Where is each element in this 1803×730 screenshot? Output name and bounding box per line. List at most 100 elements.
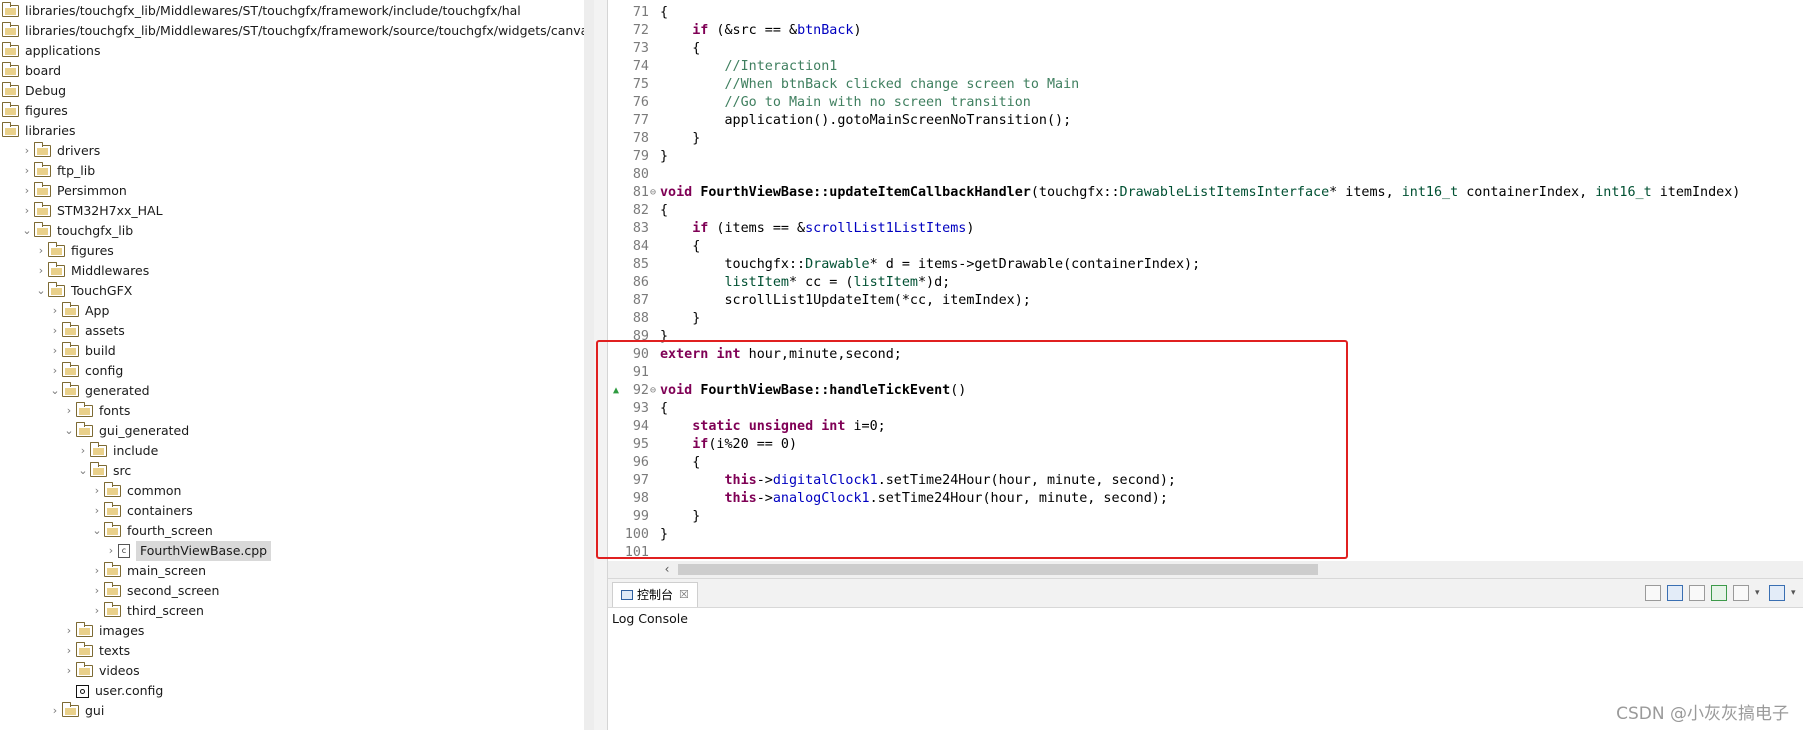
collapsed-chevron-icon[interactable]: › <box>48 341 62 361</box>
tree-item[interactable]: › gui <box>0 701 104 721</box>
close-tab-icon[interactable]: ☒ <box>679 583 689 607</box>
scrollbar-thumb[interactable] <box>678 564 1318 575</box>
tree-item[interactable]: ⌄ fourth_screen <box>0 521 213 541</box>
tree-item[interactable]: ⌄ src <box>0 461 131 481</box>
pane-splitter[interactable] <box>594 0 608 730</box>
collapsed-chevron-icon[interactable]: › <box>76 441 90 461</box>
tree-item[interactable]: › figures <box>0 241 114 261</box>
tree-item[interactable]: › images <box>0 621 144 641</box>
collapsed-chevron-icon[interactable]: › <box>90 481 104 501</box>
collapsed-chevron-icon[interactable]: › <box>90 581 104 601</box>
collapsed-chevron-icon[interactable]: › <box>48 301 62 321</box>
tree-item[interactable]: ⌄ generated <box>0 381 150 401</box>
collapsed-chevron-icon[interactable]: › <box>62 661 76 681</box>
tree-item[interactable]: figures <box>0 101 68 121</box>
display-console-dropdown-icon[interactable]: ▾ <box>1755 585 1763 603</box>
tree-item[interactable]: libraries/touchgfx_lib/Middlewares/ST/to… <box>0 21 584 41</box>
collapsed-chevron-icon[interactable]: › <box>90 561 104 581</box>
tree-item[interactable]: › Middlewares <box>0 261 149 281</box>
tree-item[interactable]: › Persimmon <box>0 181 127 201</box>
collapsed-chevron-icon[interactable]: › <box>20 141 34 161</box>
expanded-chevron-icon[interactable]: ⌄ <box>62 421 76 441</box>
collapsed-chevron-icon[interactable]: › <box>90 501 104 521</box>
open-console-dropdown-icon[interactable]: ▾ <box>1791 585 1799 603</box>
tree-item[interactable]: ⌄ gui_generated <box>0 421 189 441</box>
expanded-chevron-icon[interactable]: ⌄ <box>76 461 90 481</box>
tree-item[interactable]: › App <box>0 301 109 321</box>
collapsed-chevron-icon[interactable]: › <box>104 541 118 561</box>
folder-icon <box>34 202 51 217</box>
tree-item[interactable]: › videos <box>0 661 140 681</box>
collapsed-chevron-icon[interactable]: › <box>62 401 76 421</box>
cpp-file-icon: c <box>118 544 130 558</box>
collapsed-chevron-icon[interactable]: › <box>20 161 34 181</box>
tree-item[interactable]: › containers <box>0 501 193 521</box>
line-number: 97 <box>632 473 649 488</box>
tree-item[interactable]: › second_screen <box>0 581 219 601</box>
folder-icon <box>48 262 65 277</box>
expanded-chevron-icon[interactable]: ⌄ <box>34 281 48 301</box>
code-text: extern int hour,minute,second; <box>660 346 902 364</box>
collapsed-chevron-icon[interactable]: › <box>20 201 34 221</box>
tree-item-label: assets <box>85 323 125 338</box>
word-wrap-icon[interactable] <box>1689 585 1705 601</box>
tree-item[interactable]: › assets <box>0 321 125 341</box>
tree-item[interactable]: › common <box>0 481 181 501</box>
tree-item[interactable]: › build <box>0 341 116 361</box>
fold-toggle-icon[interactable]: ⊖ <box>650 382 656 400</box>
scroll-left-arrow-icon[interactable]: ‹ <box>660 561 674 578</box>
tree-item[interactable]: applications <box>0 41 100 61</box>
tree-item[interactable]: libraries/touchgfx_lib/Middlewares/ST/to… <box>0 1 521 21</box>
collapsed-chevron-icon[interactable]: › <box>20 181 34 201</box>
expanded-chevron-icon[interactable]: ⌄ <box>20 221 34 241</box>
code-token: //Go to Main with no screen transition <box>660 95 1031 110</box>
code-token: this <box>724 491 757 506</box>
open-console-icon[interactable] <box>1769 585 1785 601</box>
collapsed-chevron-icon[interactable]: › <box>34 261 48 281</box>
tree-item[interactable]: Debug <box>0 81 66 101</box>
collapsed-chevron-icon[interactable]: › <box>62 621 76 641</box>
tree-item[interactable]: › fonts <box>0 401 130 421</box>
collapsed-chevron-icon[interactable]: › <box>48 701 62 721</box>
tree-item-label: build <box>85 343 116 358</box>
tree-item[interactable]: board <box>0 61 61 81</box>
expanded-chevron-icon[interactable]: ⌄ <box>48 381 62 401</box>
pin-console-icon[interactable] <box>1711 585 1727 601</box>
tree-item[interactable]: › main_screen <box>0 561 206 581</box>
tree-item[interactable]: › third_screen <box>0 601 204 621</box>
tree-item[interactable]: › include <box>0 441 158 461</box>
tree-item[interactable]: ⌄ touchgfx_lib <box>0 221 133 241</box>
tree-item[interactable]: ⌄ TouchGFX <box>0 281 132 301</box>
collapsed-chevron-icon[interactable]: › <box>90 601 104 621</box>
tree-vertical-scrollbar[interactable] <box>584 0 594 730</box>
scroll-lock-icon[interactable] <box>1667 585 1683 601</box>
collapsed-chevron-icon[interactable]: › <box>48 361 62 381</box>
tree-item[interactable]: › config <box>0 361 123 381</box>
tree-item-label: figures <box>25 103 68 118</box>
tab-console[interactable]: 控制台 ☒ <box>612 582 698 607</box>
tree-item[interactable]: › drivers <box>0 141 100 161</box>
code-token: i=0; <box>845 419 886 434</box>
collapsed-chevron-icon[interactable]: › <box>62 641 76 661</box>
tree-item[interactable]: › texts <box>0 641 130 661</box>
tree-item[interactable]: › ftp_lib <box>0 161 95 181</box>
fold-toggle-icon[interactable]: ⊖ <box>650 184 656 202</box>
code-editor[interactable]: 71 {72 if (&src == &btnBack) 73 {74 //Inte… <box>608 0 1803 568</box>
code-token: * cc = ( <box>789 275 854 290</box>
tree-item[interactable]: libraries <box>0 121 76 141</box>
code-token: -> <box>756 473 773 488</box>
code-token: itemIndex) <box>1651 185 1741 200</box>
expanded-chevron-icon[interactable]: ⌄ <box>90 521 104 541</box>
tree-item[interactable]: › c FourthViewBase.cpp <box>0 541 272 561</box>
collapsed-chevron-icon[interactable]: › <box>34 241 48 261</box>
folder-icon <box>62 362 79 377</box>
folder-icon <box>2 122 19 137</box>
tree-item[interactable]: › STM32H7xx_HAL <box>0 201 163 221</box>
tree-item[interactable]: user.config <box>0 681 163 701</box>
collapsed-chevron-icon[interactable]: › <box>48 321 62 341</box>
line-number: 82 <box>632 203 649 218</box>
display-console-icon[interactable] <box>1733 585 1749 601</box>
clear-console-icon[interactable] <box>1645 585 1661 601</box>
editor-horizontal-scrollbar[interactable]: ‹ <box>608 561 1803 578</box>
